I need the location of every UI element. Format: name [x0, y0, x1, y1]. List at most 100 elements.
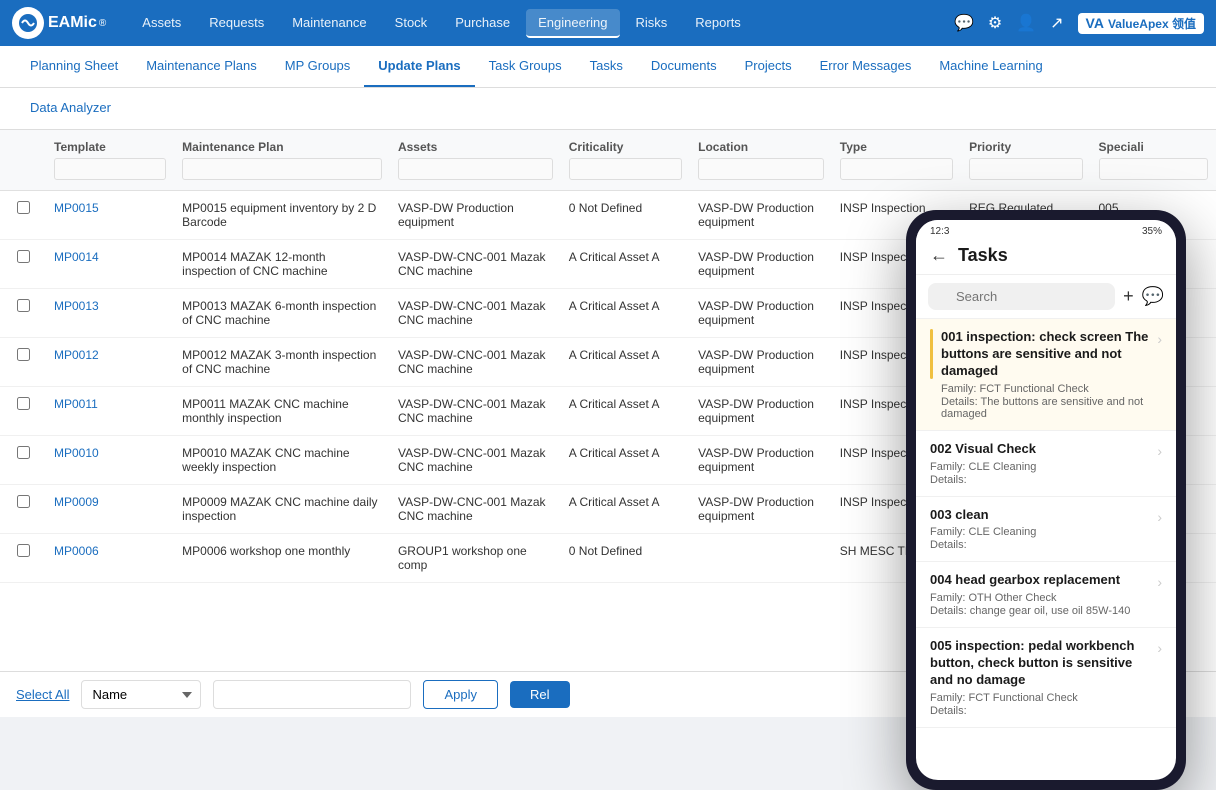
row-criticality-7: 0 Not Defined [561, 534, 690, 583]
nav-right-icons: 💬 ⚙ 👤 ↗ VA ValueApex 领值 [954, 13, 1204, 34]
phone-task-family: Family: OTH Other Check [930, 592, 1151, 604]
apply-button[interactable]: Apply [423, 680, 498, 709]
nav-item-risks[interactable]: Risks [624, 9, 680, 38]
row-assets-5: VASP-DW-CNC-001 Mazak CNC machine [390, 436, 561, 485]
bottom-name-select[interactable]: Name Type Priority [81, 680, 201, 709]
phone-search-input[interactable] [928, 283, 1115, 310]
main-content: TemplateMaintenance PlanAssetsCriticalit… [0, 130, 1216, 690]
row-criticality-1: A Critical Asset A [561, 240, 690, 289]
filter-input-6[interactable] [840, 158, 953, 180]
row-checkbox-1[interactable] [0, 240, 46, 289]
sub-navigation: Planning SheetMaintenance PlansMP Groups… [0, 46, 1216, 88]
sub-nav-item-task-groups[interactable]: Task Groups [475, 46, 576, 87]
filter-input-8[interactable] [1099, 158, 1209, 180]
row-assets-7: GROUP1 workshop one comp [390, 534, 561, 583]
row-mp-2: MP0013 MAZAK 6-month inspection of CNC m… [174, 289, 390, 338]
sub-nav-item-mp-groups[interactable]: MP Groups [271, 46, 365, 87]
phone-task-chevron: › [1157, 331, 1162, 347]
phone-task-title: 001 inspection: check screen The buttons… [941, 329, 1151, 380]
phone-back-button[interactable]: ← [930, 245, 948, 266]
row-mp-4: MP0011 MAZAK CNC machine monthly inspect… [174, 387, 390, 436]
phone-overlay: 12:3 35% ← Tasks 🔍 + 💬 [906, 210, 1186, 790]
phone-task-family: Family: CLE Cleaning [930, 461, 1151, 473]
phone-status-bar: 12:3 35% [916, 220, 1176, 239]
sub-nav-item-error-messages[interactable]: Error Messages [806, 46, 926, 87]
filter-input-3[interactable] [398, 158, 553, 180]
sub-nav-item-machine-learning[interactable]: Machine Learning [925, 46, 1056, 87]
phone-task-item[interactable]: 001 inspection: check screen The buttons… [916, 319, 1176, 431]
row-assets-6: VASP-DW-CNC-001 Mazak CNC machine [390, 485, 561, 534]
sub-nav-item-maintenance-plans[interactable]: Maintenance Plans [132, 46, 271, 87]
logout-icon[interactable]: ↗ [1050, 13, 1063, 33]
row-checkbox-0[interactable] [0, 191, 46, 240]
filter-input-5[interactable] [698, 158, 824, 180]
row-mp-7: MP0006 workshop one monthly [174, 534, 390, 583]
highlight-bar [930, 329, 933, 379]
row-criticality-4: A Critical Asset A [561, 387, 690, 436]
row-template-3: MP0012 [46, 338, 174, 387]
row-checkbox-4[interactable] [0, 387, 46, 436]
sub-nav-item-tasks[interactable]: Tasks [576, 46, 637, 87]
phone-task-item[interactable]: 004 head gearbox replacement Family: OTH… [916, 562, 1176, 628]
col-header-8: Speciali [1091, 130, 1216, 191]
select-all-button[interactable]: Select All [16, 687, 69, 702]
sub-nav-item-projects[interactable]: Projects [731, 46, 806, 87]
nav-item-assets[interactable]: Assets [130, 9, 193, 38]
phone-add-icon[interactable]: + [1123, 286, 1134, 307]
filter-input-7[interactable] [969, 158, 1082, 180]
rel-button[interactable]: Rel [510, 681, 570, 708]
phone-search-wrap: 🔍 [928, 283, 1115, 310]
filter-input-4[interactable] [569, 158, 682, 180]
phone-task-item[interactable]: 003 clean Family: CLE Cleaning Details: … [916, 497, 1176, 563]
row-assets-0: VASP-DW Production equipment [390, 191, 561, 240]
nav-item-purchase[interactable]: Purchase [443, 9, 522, 38]
valueapex-badge: VA ValueApex 领值 [1078, 13, 1204, 34]
filter-input-2[interactable] [182, 158, 382, 180]
col-header-1: Template [46, 130, 174, 191]
phone-message-icon[interactable]: 💬 [1142, 286, 1164, 307]
col-header-0 [0, 130, 46, 191]
row-template-0: MP0015 [46, 191, 174, 240]
phone-task-item[interactable]: 005 inspection: pedal workbench button, … [916, 628, 1176, 728]
col-header-5: Location [690, 130, 832, 191]
nav-item-requests[interactable]: Requests [197, 9, 276, 38]
bottom-value-input[interactable] [213, 680, 411, 709]
phone-task-content: 003 clean Family: CLE Cleaning Details: [930, 507, 1157, 552]
filter-input-1[interactable] [54, 158, 166, 180]
col-header-6: Type [832, 130, 961, 191]
sub-nav-item-documents[interactable]: Documents [637, 46, 731, 87]
phone-screen: 12:3 35% ← Tasks 🔍 + 💬 [916, 220, 1176, 780]
chat-icon[interactable]: 💬 [954, 13, 974, 33]
phone-task-item[interactable]: 002 Visual Check Family: CLE Cleaning De… [916, 431, 1176, 497]
phone-task-chevron: › [1157, 574, 1162, 590]
row-checkbox-6[interactable] [0, 485, 46, 534]
row-criticality-5: A Critical Asset A [561, 436, 690, 485]
row-location-5: VASP-DW Production equipment [690, 436, 832, 485]
nav-item-stock[interactable]: Stock [383, 9, 440, 38]
row-checkbox-2[interactable] [0, 289, 46, 338]
col-header-7: Priority [961, 130, 1090, 191]
row-mp-0: MP0015 equipment inventory by 2 D Barcod… [174, 191, 390, 240]
row-checkbox-3[interactable] [0, 338, 46, 387]
sub-nav-item-update-plans[interactable]: Update Plans [364, 46, 474, 87]
row-checkbox-5[interactable] [0, 436, 46, 485]
row-checkbox-7[interactable] [0, 534, 46, 583]
phone-battery: 35% [1142, 226, 1162, 237]
col-header-2: Maintenance Plan [174, 130, 390, 191]
col-header-3: Assets [390, 130, 561, 191]
row-assets-3: VASP-DW-CNC-001 Mazak CNC machine [390, 338, 561, 387]
nav-item-engineering[interactable]: Engineering [526, 9, 619, 38]
user-icon[interactable]: 👤 [1016, 13, 1036, 33]
nav-item-maintenance[interactable]: Maintenance [280, 9, 378, 38]
row-location-1: VASP-DW Production equipment [690, 240, 832, 289]
row-location-4: VASP-DW Production equipment [690, 387, 832, 436]
sub-nav2-item-data-analyzer[interactable]: Data Analyzer [16, 88, 125, 129]
row-assets-4: VASP-DW-CNC-001 Mazak CNC machine [390, 387, 561, 436]
nav-item-reports[interactable]: Reports [683, 9, 753, 38]
phone-task-content: 002 Visual Check Family: CLE Cleaning De… [930, 441, 1157, 486]
sub-nav-row2: Data Analyzer [0, 88, 1216, 130]
settings-icon[interactable]: ⚙ [988, 13, 1002, 33]
phone-task-family: Family: CLE Cleaning [930, 526, 1151, 538]
sub-nav-item-planning-sheet[interactable]: Planning Sheet [16, 46, 132, 87]
phone-task-chevron: › [1157, 443, 1162, 459]
